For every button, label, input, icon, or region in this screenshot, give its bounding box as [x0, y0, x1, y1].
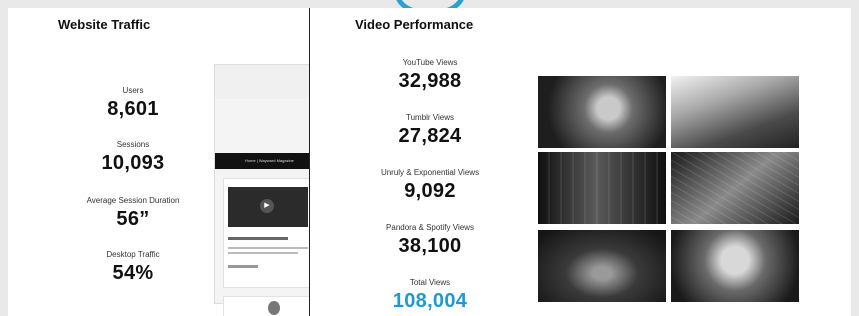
- tumblr-views-label: Tumblr Views: [405, 113, 454, 122]
- website-preview-nav: Home | Wayward Magazine: [215, 153, 309, 169]
- video-thumbnail-walkway: [538, 152, 666, 224]
- website-preview-second-card: [223, 296, 309, 316]
- total-views-label: Total Views: [409, 278, 451, 287]
- youtube-views-label: YouTube Views: [402, 58, 458, 67]
- total-views-stat: Total Views 108,004: [360, 278, 500, 314]
- pandora-spotify-views-label: Pandora & Spotify Views: [386, 223, 474, 232]
- website-preview-header: [215, 65, 309, 99]
- website-preview-article-card: ▶: [223, 178, 309, 288]
- unruly-exponential-views-label: Unruly & Exponential Views: [380, 168, 480, 177]
- sessions-label: Sessions: [116, 140, 150, 149]
- article-title-line: [228, 237, 288, 240]
- avg-session-duration-value: 56”: [116, 208, 150, 230]
- users-label: Users: [122, 86, 144, 95]
- pandora-spotify-views-stat: Pandora & Spotify Views 38,100: [360, 223, 500, 259]
- play-icon: ▶: [260, 199, 274, 213]
- users-stat: Users 8,601: [68, 86, 198, 122]
- unruly-exponential-views-stat: Unruly & Exponential Views 9,092: [360, 168, 500, 204]
- total-views-value: 108,004: [392, 290, 468, 312]
- video-thumbnail-smiling-woman: [671, 230, 799, 302]
- youtube-views-value: 32,988: [398, 70, 462, 92]
- article-text-line: [228, 247, 308, 249]
- website-traffic-title: Website Traffic: [58, 17, 151, 32]
- avg-session-duration-stat: Average Session Duration 56”: [68, 196, 198, 232]
- video-thumbnail-woman-portrait: [538, 76, 666, 148]
- video-thumbnail-train-tracks: [671, 152, 799, 224]
- article-share-line: [228, 265, 258, 268]
- video-performance-panel: Video Performance YouTube Views 32,988 T…: [309, 8, 851, 316]
- sessions-stat: Sessions 10,093: [68, 140, 198, 176]
- tumblr-views-stat: Tumblr Views 27,824: [360, 113, 500, 149]
- website-traffic-panel: Website Traffic Users 8,601 Sessions 10,…: [8, 8, 309, 316]
- sessions-value: 10,093: [101, 152, 165, 174]
- unruly-exponential-views-value: 9,092: [404, 180, 456, 202]
- users-value: 8,601: [107, 98, 159, 120]
- portrait-image: [268, 301, 280, 315]
- tumblr-views-value: 27,824: [398, 125, 462, 147]
- desktop-traffic-stat: Desktop Traffic 54%: [68, 250, 198, 286]
- video-thumbnail-workers: [671, 76, 799, 148]
- article-text-line: [228, 252, 298, 254]
- website-preview: Home | Wayward Magazine ▶: [214, 64, 309, 316]
- desktop-traffic-label: Desktop Traffic: [106, 250, 160, 259]
- avg-session-duration-label: Average Session Duration: [86, 196, 180, 205]
- video-performance-title: Video Performance: [355, 17, 474, 32]
- video-thumbnail-aerial-road: [538, 230, 666, 302]
- desktop-traffic-value: 54%: [112, 262, 154, 284]
- youtube-views-stat: YouTube Views 32,988: [360, 58, 500, 94]
- pandora-spotify-views-value: 38,100: [398, 235, 462, 257]
